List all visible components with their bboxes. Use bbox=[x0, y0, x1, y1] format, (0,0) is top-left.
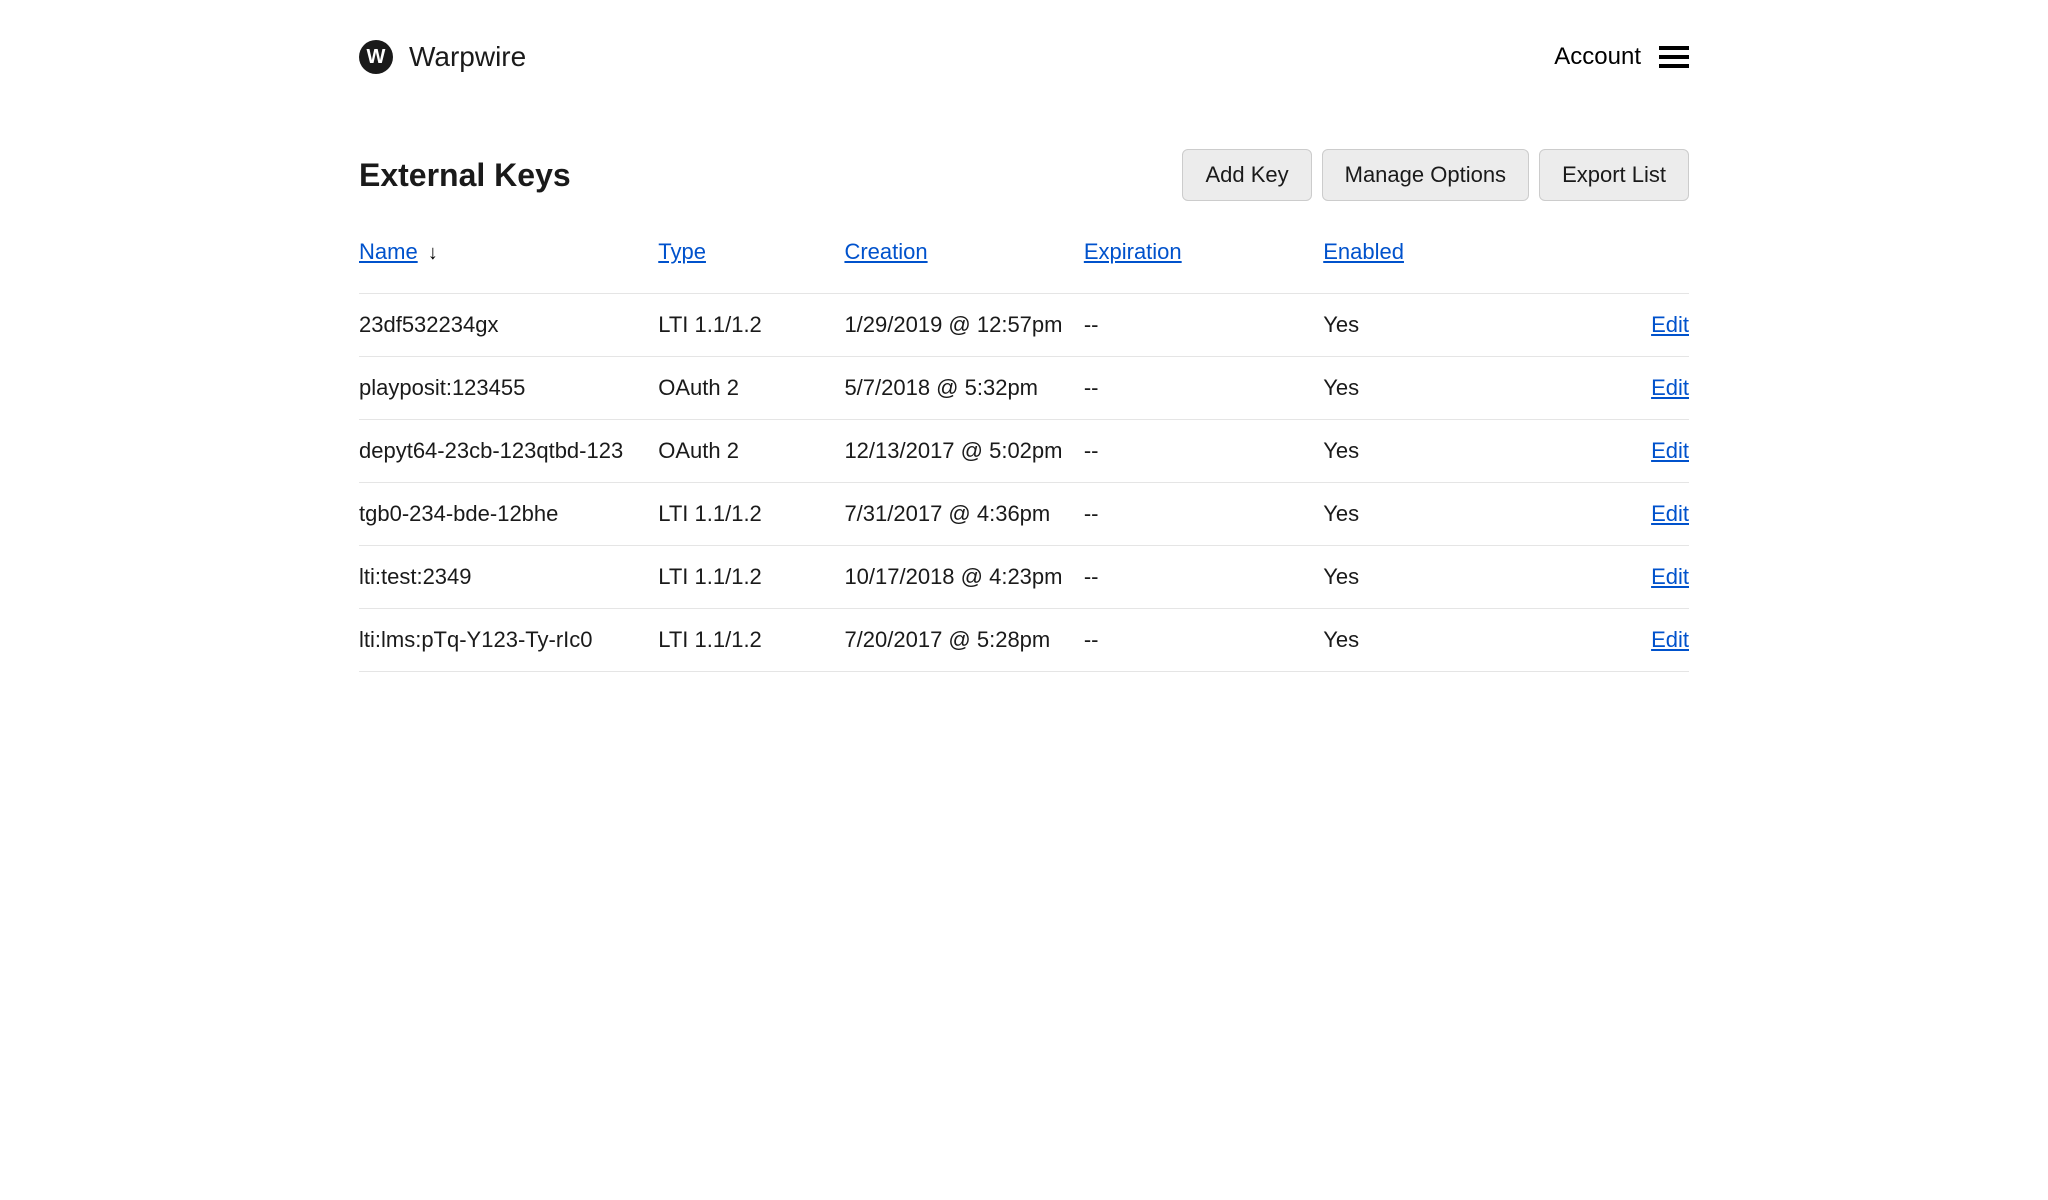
edit-link[interactable]: Edit bbox=[1651, 438, 1689, 463]
cell-enabled: Yes bbox=[1323, 546, 1562, 609]
cell-creation: 5/7/2018 @ 5:32pm bbox=[844, 357, 1083, 420]
logo-icon: W bbox=[359, 40, 393, 74]
column-header-type[interactable]: Type bbox=[658, 239, 706, 264]
cell-name: lti:test:2349 bbox=[359, 546, 658, 609]
cell-name: depyt64-23cb-123qtbd-123 bbox=[359, 420, 658, 483]
cell-edit: Edit bbox=[1563, 420, 1689, 483]
column-header-name[interactable]: Name bbox=[359, 239, 418, 264]
cell-expiration: -- bbox=[1084, 357, 1323, 420]
edit-link[interactable]: Edit bbox=[1651, 312, 1689, 337]
page-header: External Keys Add Key Manage Options Exp… bbox=[359, 149, 1689, 201]
external-keys-table: Name ↓ Type Creation Expiration Enabled … bbox=[359, 239, 1689, 672]
cell-creation: 12/13/2017 @ 5:02pm bbox=[844, 420, 1083, 483]
cell-expiration: -- bbox=[1084, 609, 1323, 672]
cell-type: OAuth 2 bbox=[658, 420, 844, 483]
column-header-creation[interactable]: Creation bbox=[844, 239, 927, 264]
cell-enabled: Yes bbox=[1323, 357, 1562, 420]
cell-name: lti:lms:pTq-Y123-Ty-rIc0 bbox=[359, 609, 658, 672]
cell-expiration: -- bbox=[1084, 294, 1323, 357]
table-row: tgb0-234-bde-12bheLTI 1.1/1.27/31/2017 @… bbox=[359, 483, 1689, 546]
cell-edit: Edit bbox=[1563, 294, 1689, 357]
table-row: playposit:123455OAuth 25/7/2018 @ 5:32pm… bbox=[359, 357, 1689, 420]
cell-enabled: Yes bbox=[1323, 609, 1562, 672]
sort-down-icon: ↓ bbox=[428, 242, 438, 264]
table-row: lti:test:2349LTI 1.1/1.210/17/2018 @ 4:2… bbox=[359, 546, 1689, 609]
cell-type: LTI 1.1/1.2 bbox=[658, 483, 844, 546]
cell-name: 23df532234gx bbox=[359, 294, 658, 357]
cell-edit: Edit bbox=[1563, 546, 1689, 609]
cell-creation: 7/20/2017 @ 5:28pm bbox=[844, 609, 1083, 672]
action-buttons: Add Key Manage Options Export List bbox=[1182, 149, 1689, 201]
cell-type: OAuth 2 bbox=[658, 357, 844, 420]
cell-creation: 7/31/2017 @ 4:36pm bbox=[844, 483, 1083, 546]
cell-edit: Edit bbox=[1563, 609, 1689, 672]
table-row: 23df532234gxLTI 1.1/1.21/29/2019 @ 12:57… bbox=[359, 294, 1689, 357]
cell-name: tgb0-234-bde-12bhe bbox=[359, 483, 658, 546]
account-link[interactable]: Account bbox=[1554, 43, 1641, 71]
cell-enabled: Yes bbox=[1323, 483, 1562, 546]
header-right: Account bbox=[1554, 43, 1689, 71]
edit-link[interactable]: Edit bbox=[1651, 627, 1689, 652]
cell-expiration: -- bbox=[1084, 546, 1323, 609]
cell-type: LTI 1.1/1.2 bbox=[658, 546, 844, 609]
cell-edit: Edit bbox=[1563, 483, 1689, 546]
logo[interactable]: W Warpwire bbox=[359, 40, 526, 74]
table-row: depyt64-23cb-123qtbd-123OAuth 212/13/201… bbox=[359, 420, 1689, 483]
cell-type: LTI 1.1/1.2 bbox=[658, 294, 844, 357]
add-key-button[interactable]: Add Key bbox=[1182, 149, 1311, 201]
edit-link[interactable]: Edit bbox=[1651, 501, 1689, 526]
logo-text: Warpwire bbox=[409, 41, 526, 73]
manage-options-button[interactable]: Manage Options bbox=[1322, 149, 1529, 201]
edit-link[interactable]: Edit bbox=[1651, 375, 1689, 400]
cell-name: playposit:123455 bbox=[359, 357, 658, 420]
cell-creation: 10/17/2018 @ 4:23pm bbox=[844, 546, 1083, 609]
export-list-button[interactable]: Export List bbox=[1539, 149, 1689, 201]
cell-expiration: -- bbox=[1084, 420, 1323, 483]
cell-expiration: -- bbox=[1084, 483, 1323, 546]
cell-creation: 1/29/2019 @ 12:57pm bbox=[844, 294, 1083, 357]
cell-enabled: Yes bbox=[1323, 294, 1562, 357]
cell-edit: Edit bbox=[1563, 357, 1689, 420]
table-row: lti:lms:pTq-Y123-Ty-rIc0LTI 1.1/1.27/20/… bbox=[359, 609, 1689, 672]
hamburger-menu-icon[interactable] bbox=[1659, 44, 1689, 70]
page-title: External Keys bbox=[359, 157, 571, 194]
column-header-expiration[interactable]: Expiration bbox=[1084, 239, 1182, 264]
cell-type: LTI 1.1/1.2 bbox=[658, 609, 844, 672]
app-header: W Warpwire Account bbox=[359, 40, 1689, 74]
column-header-enabled[interactable]: Enabled bbox=[1323, 239, 1404, 264]
cell-enabled: Yes bbox=[1323, 420, 1562, 483]
edit-link[interactable]: Edit bbox=[1651, 564, 1689, 589]
